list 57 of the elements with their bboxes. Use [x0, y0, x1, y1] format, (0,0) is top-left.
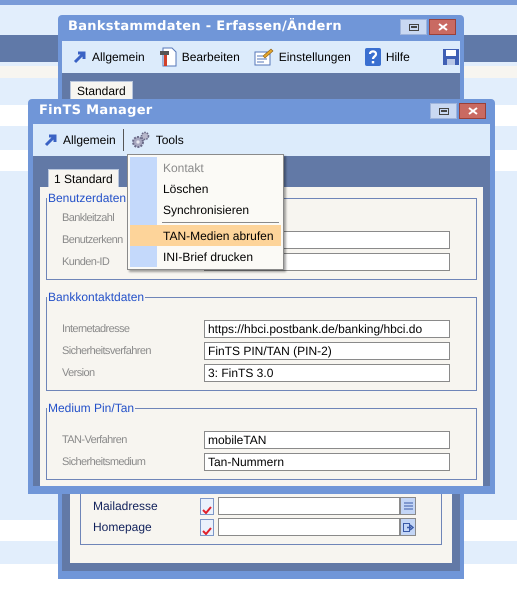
save-icon[interactable]	[442, 49, 459, 65]
form-pencil-icon	[254, 48, 274, 66]
toolbar-button[interactable]: Einstellungen	[250, 45, 354, 69]
input-field[interactable]: FinTS PIN/TAN (PIN-2)	[204, 342, 450, 360]
checkbox[interactable]	[200, 498, 214, 514]
input-field[interactable]: https://hbci.postbank.de/banking/hbci.do	[204, 320, 450, 338]
window-title: Bankstammdaten - Erfassen/Ändern	[68, 17, 343, 36]
field-label: Kunden-ID	[62, 254, 110, 270]
open-button[interactable]	[400, 518, 416, 536]
close-icon	[468, 107, 478, 115]
field-label: Internetadresse	[62, 322, 130, 337]
tab[interactable]: 1 Standard	[48, 169, 119, 187]
field-label: Mailadresse	[93, 498, 159, 515]
toolbar-button[interactable]: Allgemein	[41, 128, 119, 152]
input-field[interactable]: 3: FinTS 3.0	[204, 364, 450, 382]
field-label: Sicherheitsverfahren	[62, 344, 151, 359]
checkmark-icon	[202, 526, 212, 534]
toolbar-button[interactable]: Tools	[128, 128, 187, 152]
field-label: TAN-Verfahren	[62, 432, 127, 448]
restore-icon	[408, 24, 418, 30]
restore-button[interactable]	[430, 103, 457, 119]
toolbar-button[interactable]: Allgemein	[70, 45, 148, 69]
toolbar-button[interactable]: Hilfe	[362, 45, 413, 69]
field-label: Sicherheitsmedium	[62, 454, 146, 470]
tab[interactable]: Standard	[70, 81, 133, 101]
exit-arrow-icon	[402, 522, 414, 532]
checkbox[interactable]	[200, 518, 214, 536]
menu-item[interactable]: INI-Brief drucken	[130, 246, 281, 267]
close-icon	[438, 23, 448, 31]
input-field[interactable]	[218, 497, 400, 515]
menu-item[interactable]: TAN-Medien abrufen	[130, 225, 281, 246]
help-icon	[364, 48, 381, 66]
field-label: Version	[62, 366, 94, 381]
input-field[interactable]: Tan-Nummern	[204, 453, 450, 471]
list-button[interactable]	[400, 497, 416, 515]
gears-icon	[130, 131, 151, 149]
menu-item[interactable]: Löschen	[130, 178, 281, 199]
input-field[interactable]	[218, 518, 400, 536]
group-title: Medium Pin/Tan	[47, 400, 136, 417]
field-label: Bankleitzahl	[62, 210, 114, 226]
field-label: Benutzerkenn	[62, 232, 123, 248]
close-button[interactable]	[459, 103, 486, 119]
arrow-icon	[44, 133, 58, 147]
restore-button[interactable]	[400, 19, 427, 35]
document-hammer-icon	[158, 47, 177, 67]
group-title: Benutzerdaten	[47, 190, 128, 207]
input-field[interactable]: mobileTAN	[204, 431, 450, 449]
menu-item[interactable]: Synchronisieren	[130, 199, 281, 220]
arrow-icon	[73, 50, 87, 64]
lines-icon	[404, 502, 412, 510]
toolbar-button[interactable]: Bearbeiten	[156, 45, 243, 69]
window-title: FinTS Manager	[39, 102, 154, 120]
field-label: Homepage	[93, 519, 153, 536]
group-title: Bankkontaktdaten	[47, 289, 146, 306]
checkmark-icon	[202, 506, 212, 514]
restore-icon	[438, 108, 448, 114]
close-button[interactable]	[429, 19, 456, 35]
